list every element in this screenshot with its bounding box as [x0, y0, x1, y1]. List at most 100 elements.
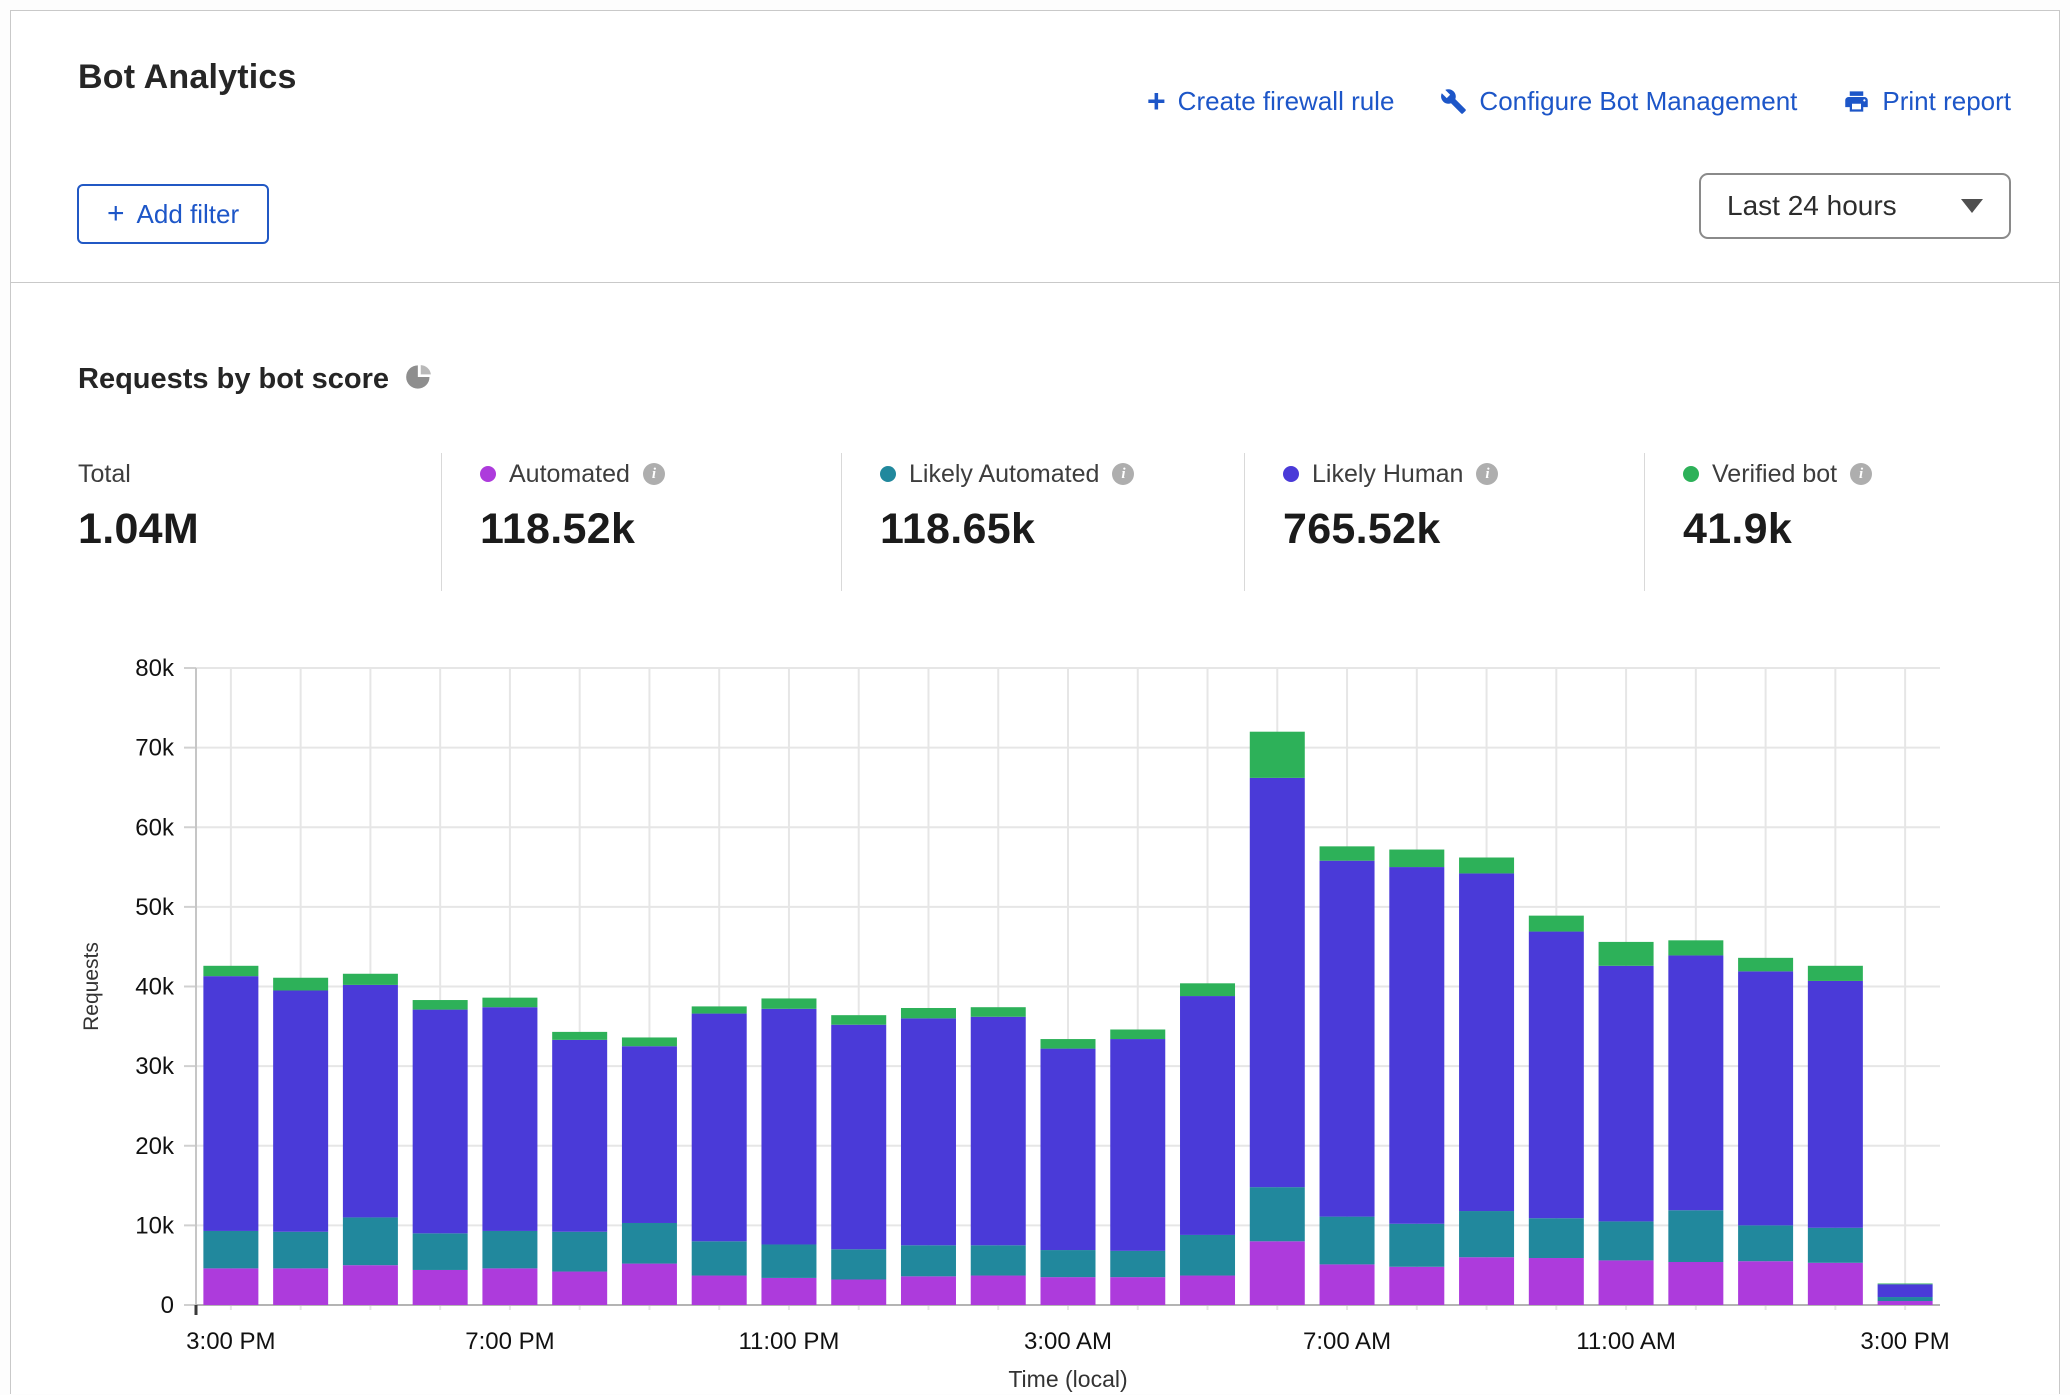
bar-segment[interactable] — [1599, 942, 1654, 966]
bar-segment[interactable] — [622, 1223, 677, 1264]
bar-segment[interactable] — [622, 1046, 677, 1223]
bar-segment[interactable] — [971, 1017, 1026, 1246]
bar-segment[interactable] — [1389, 867, 1444, 1224]
bar-segment[interactable] — [1110, 1277, 1165, 1305]
bar-segment[interactable] — [273, 978, 328, 991]
bar-segment[interactable] — [552, 1232, 607, 1272]
bar-segment[interactable] — [1459, 873, 1514, 1211]
info-icon[interactable]: i — [1476, 463, 1498, 485]
bar-segment[interactable] — [552, 1032, 607, 1040]
bar-segment[interactable] — [1738, 1225, 1793, 1261]
bar-segment[interactable] — [1878, 1284, 1933, 1285]
bar-segment[interactable] — [971, 1245, 1026, 1275]
bar-segment[interactable] — [1599, 966, 1654, 1222]
bar-segment[interactable] — [1668, 1262, 1723, 1305]
bar-segment[interactable] — [1738, 1261, 1793, 1305]
info-icon[interactable]: i — [643, 463, 665, 485]
bar-segment[interactable] — [1808, 981, 1863, 1228]
add-filter-button[interactable]: + Add filter — [77, 184, 269, 244]
bar-segment[interactable] — [1389, 1267, 1444, 1305]
bar-segment[interactable] — [1529, 1218, 1584, 1258]
bar-segment[interactable] — [1110, 1029, 1165, 1039]
bar-segment[interactable] — [831, 1015, 886, 1025]
bar-segment[interactable] — [971, 1007, 1026, 1017]
bar-segment[interactable] — [1599, 1260, 1654, 1305]
bar-segment[interactable] — [761, 1244, 816, 1277]
bar-segment[interactable] — [1180, 1276, 1235, 1305]
info-icon[interactable]: i — [1112, 463, 1134, 485]
bar-segment[interactable] — [203, 966, 258, 976]
bar-segment[interactable] — [901, 1018, 956, 1245]
bar-segment[interactable] — [1250, 732, 1305, 778]
bar-segment[interactable] — [1878, 1297, 1933, 1301]
bar-segment[interactable] — [1320, 861, 1375, 1217]
bar-segment[interactable] — [203, 1268, 258, 1305]
bar-segment[interactable] — [1459, 1211, 1514, 1257]
bar-segment[interactable] — [273, 1232, 328, 1269]
bar-segment[interactable] — [1041, 1039, 1096, 1049]
time-range-select[interactable]: Last 24 hours — [1699, 173, 2011, 239]
bar-segment[interactable] — [971, 1276, 1026, 1305]
create-firewall-rule-link[interactable]: + Create firewall rule — [1147, 85, 1394, 117]
bar-segment[interactable] — [413, 1270, 468, 1305]
bar-segment[interactable] — [692, 1014, 747, 1242]
bar-segment[interactable] — [831, 1280, 886, 1305]
print-report-link[interactable]: Print report — [1843, 86, 2011, 117]
bar-segment[interactable] — [1738, 958, 1793, 972]
bar-segment[interactable] — [831, 1249, 886, 1279]
bar-segment[interactable] — [1808, 1263, 1863, 1305]
bar-segment[interactable] — [1320, 1217, 1375, 1265]
bar-segment[interactable] — [203, 1231, 258, 1268]
bar-segment[interactable] — [831, 1025, 886, 1250]
bar-segment[interactable] — [1668, 940, 1723, 955]
bar-segment[interactable] — [761, 1009, 816, 1245]
bar-segment[interactable] — [343, 1265, 398, 1305]
bar-segment[interactable] — [1459, 1257, 1514, 1305]
bar-segment[interactable] — [1180, 983, 1235, 996]
bar-segment[interactable] — [1041, 1277, 1096, 1305]
bar-segment[interactable] — [343, 974, 398, 985]
bar-segment[interactable] — [1320, 1264, 1375, 1305]
bar-segment[interactable] — [1738, 971, 1793, 1225]
bar-segment[interactable] — [482, 1268, 537, 1305]
bar-segment[interactable] — [1041, 1250, 1096, 1277]
bar-segment[interactable] — [1110, 1039, 1165, 1251]
bar-segment[interactable] — [1180, 1235, 1235, 1276]
bar-segment[interactable] — [901, 1276, 956, 1305]
bar-segment[interactable] — [761, 998, 816, 1008]
bar-segment[interactable] — [1459, 858, 1514, 874]
bar-segment[interactable] — [203, 976, 258, 1231]
configure-bot-management-link[interactable]: Configure Bot Management — [1440, 86, 1797, 117]
bar-segment[interactable] — [273, 1268, 328, 1305]
info-icon[interactable]: i — [1850, 463, 1872, 485]
bar-segment[interactable] — [1110, 1251, 1165, 1277]
bar-segment[interactable] — [1250, 778, 1305, 1187]
bar-segment[interactable] — [1529, 1258, 1584, 1305]
bar-segment[interactable] — [1389, 850, 1444, 868]
bar-segment[interactable] — [1878, 1284, 1933, 1297]
bar-segment[interactable] — [1389, 1224, 1444, 1267]
bar-segment[interactable] — [273, 990, 328, 1231]
bar-segment[interactable] — [1668, 1210, 1723, 1262]
bar-segment[interactable] — [1878, 1301, 1933, 1305]
bar-segment[interactable] — [552, 1272, 607, 1305]
bar-segment[interactable] — [901, 1008, 956, 1018]
bar-segment[interactable] — [1250, 1187, 1305, 1241]
bar-segment[interactable] — [343, 1217, 398, 1265]
bar-segment[interactable] — [692, 1006, 747, 1013]
bar-segment[interactable] — [761, 1278, 816, 1305]
bar-segment[interactable] — [692, 1276, 747, 1305]
bar-segment[interactable] — [622, 1037, 677, 1046]
bar-segment[interactable] — [1529, 916, 1584, 932]
bar-segment[interactable] — [1320, 846, 1375, 860]
bar-segment[interactable] — [901, 1245, 956, 1276]
bar-segment[interactable] — [343, 985, 398, 1218]
bar-segment[interactable] — [482, 1231, 537, 1268]
bar-segment[interactable] — [482, 998, 537, 1008]
bar-segment[interactable] — [1529, 932, 1584, 1219]
bar-segment[interactable] — [1180, 996, 1235, 1235]
bar-segment[interactable] — [1808, 1228, 1863, 1263]
bar-segment[interactable] — [1250, 1241, 1305, 1305]
bar-segment[interactable] — [1041, 1049, 1096, 1250]
bar-segment[interactable] — [413, 1000, 468, 1010]
